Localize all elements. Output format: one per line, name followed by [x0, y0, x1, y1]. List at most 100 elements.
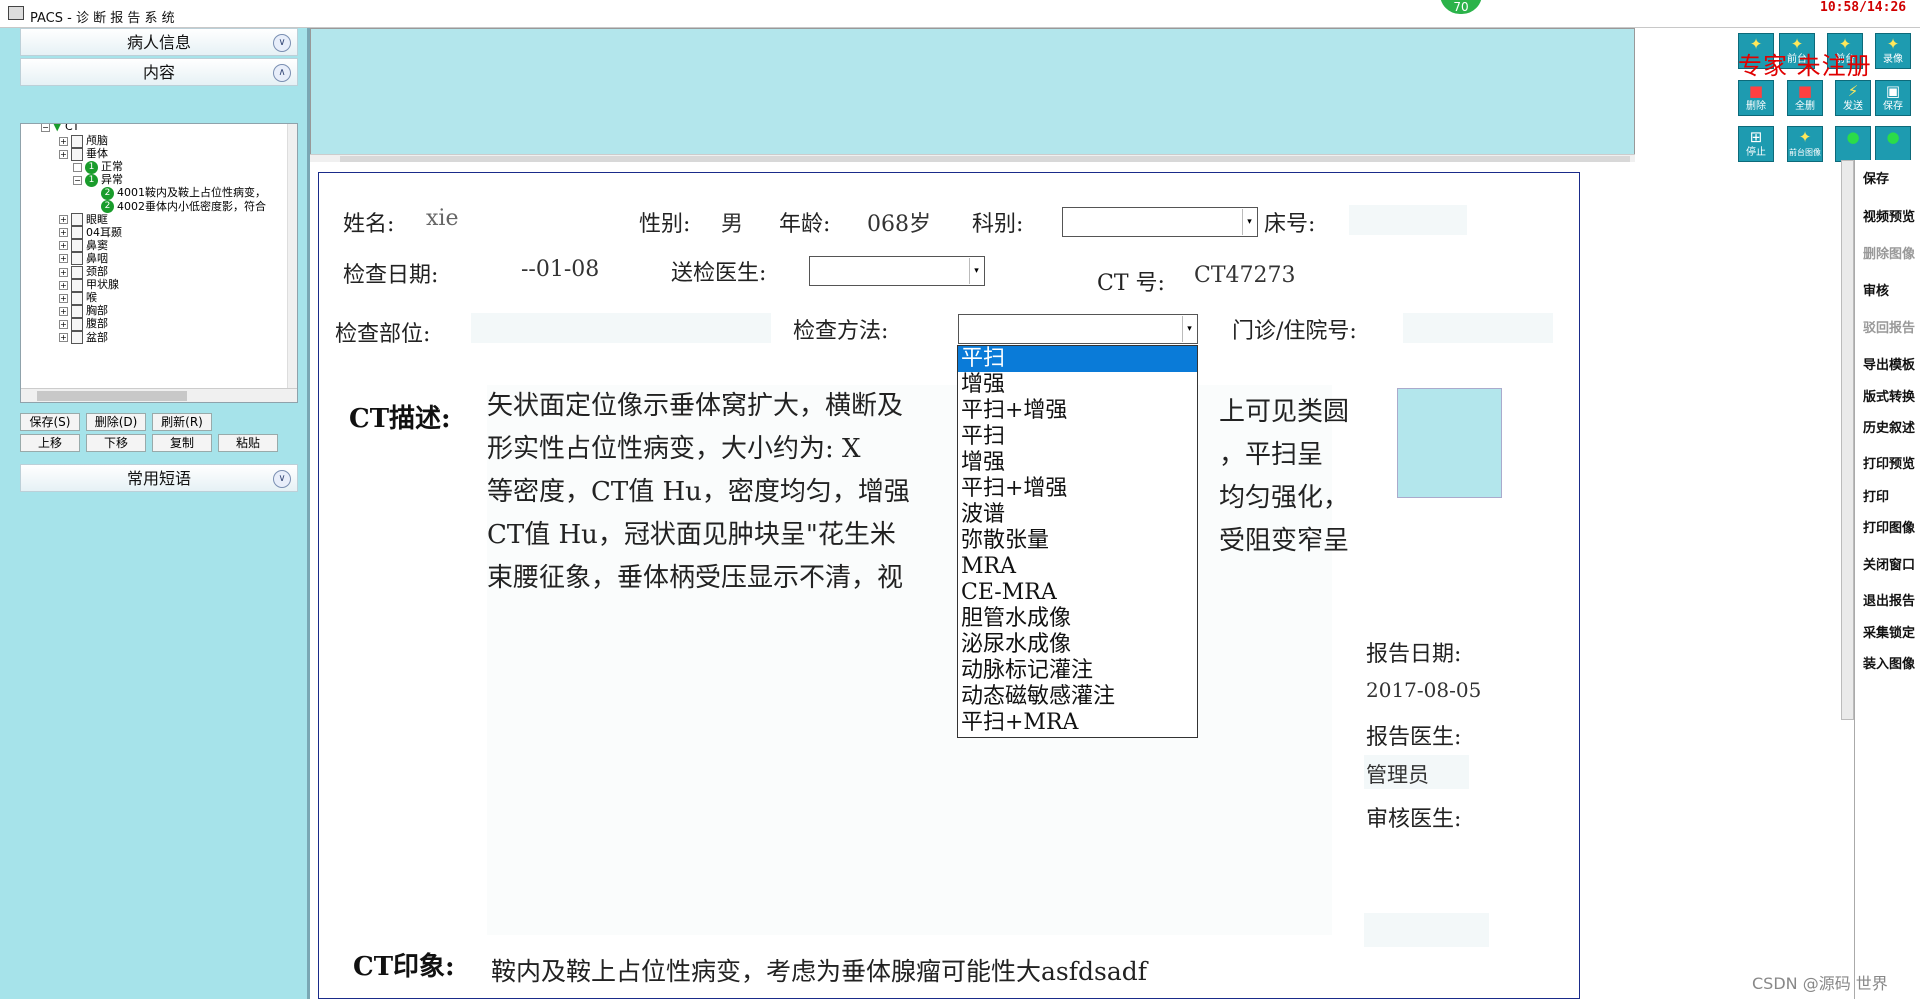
ct-number-value[interactable]: CT47273: [1194, 263, 1296, 288]
report-action-button[interactable]: 导出模板: [1863, 354, 1920, 373]
preview-horizontal-scrollbar[interactable]: [310, 154, 1635, 162]
scrollbar-thumb[interactable]: [37, 391, 187, 401]
report-action-button[interactable]: 审核: [1863, 280, 1920, 299]
ct-impression-text[interactable]: 鞍内及鞍上占位性病变，考虑为垂体腺瘤可能性大asfdsadf: [491, 952, 1147, 988]
report-actions-panel: 保存视频预览删除图像审核驳回报告导出模板版式转换历史叙述打印预览打印打印图像关闭…: [1854, 160, 1920, 999]
review-doctor-field[interactable]: [1364, 913, 1489, 947]
method-option[interactable]: 动脉标记灌注: [958, 658, 1197, 684]
save-image-button[interactable]: ▣ 保存: [1875, 80, 1911, 116]
report-action-button[interactable]: 退出报告: [1863, 590, 1920, 609]
image-preview-strip[interactable]: [310, 28, 1635, 160]
number-badge-icon: 1: [85, 173, 98, 187]
content-header-label: 内容: [142, 63, 175, 82]
report-action-button[interactable]: 删除图像: [1863, 243, 1920, 262]
report-doctor-label: 报告医生:: [1366, 725, 1462, 750]
name-label: 姓名:: [343, 212, 395, 237]
report-action-button[interactable]: 版式转换: [1863, 386, 1920, 405]
report-action-button[interactable]: 打印预览: [1863, 453, 1920, 472]
method-option[interactable]: 波谱: [958, 502, 1197, 528]
exam-date-value[interactable]: --01-08: [521, 257, 599, 282]
front-image-button[interactable]: ✦ 前台图像: [1787, 126, 1823, 162]
method-option[interactable]: 增强: [958, 450, 1197, 476]
report-action-button[interactable]: 保存: [1863, 168, 1920, 187]
expand-icon[interactable]: +: [59, 149, 68, 159]
report-action-button[interactable]: 驳回报告: [1863, 317, 1920, 336]
record-button[interactable]: ✦ 录像: [1875, 33, 1911, 69]
report-image-thumbnail[interactable]: [1397, 388, 1502, 498]
tree-item[interactable]: 2 4002垂体内小低密度影，符合: [101, 198, 266, 214]
referring-doctor-label: 送检医生:: [671, 261, 767, 286]
report-doctor-value[interactable]: 管理员: [1366, 759, 1429, 789]
method-dropdown-list[interactable]: 平扫 增强 平扫+增强 平扫 增强 平扫+增强 波谱 弥散张量 MRA CE-MRA 胆管水成像 泌尿…: [957, 345, 1198, 738]
refresh-button[interactable]: 刷新(R): [152, 413, 212, 431]
template-tree[interactable]: − ▼ CT + 颅脑 + 垂体 1 正常 −1 异常 2 4001鞍内及鞍上占位性病变， 2 4002…: [20, 123, 298, 403]
scrollbar-thumb[interactable]: [340, 156, 1630, 162]
outpatient-number-label: 门诊/住院号:: [1232, 319, 1357, 344]
report-action-button[interactable]: 装入图像: [1863, 653, 1920, 672]
report-action-button[interactable]: 关闭窗口: [1863, 554, 1920, 573]
method-select[interactable]: ▾: [958, 314, 1198, 344]
delete-all-button[interactable]: ■ 全删: [1787, 80, 1823, 116]
delete-template-button[interactable]: 删除(D): [86, 413, 146, 431]
report-action-button[interactable]: 采集锁定: [1863, 622, 1920, 641]
copy-button[interactable]: 复制: [152, 434, 212, 452]
outpatient-number-field[interactable]: [1403, 313, 1553, 343]
method-option[interactable]: 平扫+增强: [958, 476, 1197, 502]
common-phrases-header-label: 常用短语: [126, 469, 191, 488]
method-option[interactable]: 泌尿水成像: [958, 632, 1197, 658]
common-phrases-header[interactable]: 常用短语 ∨: [20, 464, 298, 492]
save-template-button[interactable]: 保存(S): [20, 413, 80, 431]
patient-info-header[interactable]: 病人信息 ∨: [20, 28, 298, 56]
mark-icon[interactable]: ●: [1835, 126, 1871, 162]
age-value[interactable]: 068岁: [867, 206, 931, 238]
method-option[interactable]: 胆管水成像: [958, 606, 1197, 632]
expand-icon[interactable]: −: [73, 175, 82, 185]
delete-image-button[interactable]: ■ 删除: [1738, 80, 1774, 116]
report-date-value[interactable]: 2017-08-05: [1366, 678, 1481, 702]
stop-button[interactable]: ⊞ 停止: [1738, 126, 1774, 162]
method-option[interactable]: 动态磁敏感灌注: [958, 684, 1197, 710]
tree-horizontal-scrollbar[interactable]: [21, 388, 297, 402]
report-vertical-scrollbar[interactable]: [1841, 160, 1854, 720]
sex-value[interactable]: 男: [721, 206, 743, 238]
chevron-down-icon[interactable]: ∨: [273, 34, 291, 52]
referring-doctor-select[interactable]: ▾: [809, 256, 985, 286]
chevron-up-icon[interactable]: ∧: [273, 64, 291, 82]
dropdown-arrow-icon[interactable]: ▾: [969, 258, 983, 284]
method-option[interactable]: 平扫+增强: [958, 398, 1197, 424]
move-up-button[interactable]: 上移: [20, 434, 80, 452]
paste-button[interactable]: 粘贴: [218, 434, 278, 452]
report-date-label: 报告日期:: [1366, 642, 1462, 667]
chevron-down-icon[interactable]: ∨: [273, 470, 291, 488]
dropdown-arrow-icon[interactable]: ▾: [1242, 209, 1256, 235]
report-action-button[interactable]: 打印: [1863, 486, 1920, 505]
csdn-watermark: CSDN @源码 世界: [1752, 974, 1888, 993]
content-header[interactable]: 内容 ∧: [20, 58, 298, 86]
move-down-button[interactable]: 下移: [86, 434, 146, 452]
send-button[interactable]: ⚡ 发送: [1835, 80, 1871, 116]
method-option[interactable]: 平扫: [958, 346, 1197, 372]
method-option[interactable]: 平扫: [958, 424, 1197, 450]
expand-icon[interactable]: +: [59, 333, 68, 342]
method-option[interactable]: CE-MRA: [958, 580, 1197, 606]
method-option[interactable]: MRA: [958, 554, 1197, 580]
report-action-button[interactable]: 历史叙述: [1863, 417, 1920, 436]
method-option[interactable]: 增强: [958, 372, 1197, 398]
bed-field[interactable]: [1349, 205, 1467, 235]
report-action-button[interactable]: 视频预览: [1863, 206, 1920, 225]
unmark-icon[interactable]: ●: [1875, 126, 1911, 162]
dept-select[interactable]: ▾: [1062, 207, 1258, 237]
ct-description-textarea[interactable]: 矢状面定位像示垂体窝扩大，横断及 形实性占位性病变，大小约为: X 等密度，CT…: [487, 385, 1332, 935]
status-badge[interactable]: 70: [1438, 0, 1484, 16]
tree-item[interactable]: + 盆部: [59, 329, 108, 345]
report-action-button[interactable]: 打印图像: [1863, 517, 1920, 536]
method-label: 检查方法:: [793, 319, 889, 344]
tree-vertical-scrollbar[interactable]: [287, 124, 297, 390]
body-part-field[interactable]: [471, 313, 771, 343]
method-option[interactable]: 平扫+MRA: [958, 710, 1197, 736]
unregistered-watermark: 专家 未注册: [1738, 52, 1872, 80]
dropdown-arrow-icon[interactable]: ▾: [1182, 316, 1196, 342]
method-option[interactable]: 弥散张量: [958, 528, 1197, 554]
collapse-icon[interactable]: −: [41, 124, 50, 132]
name-value[interactable]: xie: [426, 206, 458, 231]
